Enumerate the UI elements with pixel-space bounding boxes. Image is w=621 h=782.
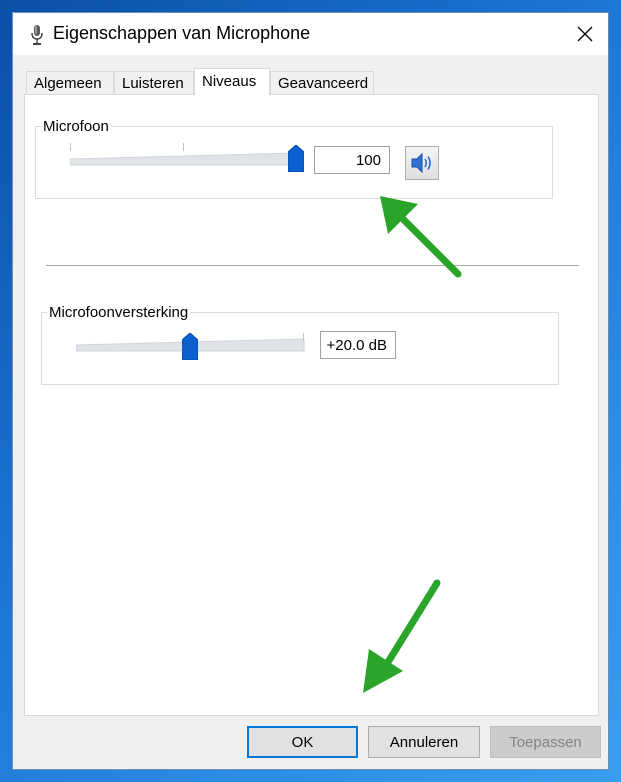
window-title: Eigenschappen van Microphone xyxy=(53,23,311,43)
tab-label: Algemeen xyxy=(34,75,102,92)
boost-slider-thumb[interactable] xyxy=(182,333,198,360)
close-button[interactable] xyxy=(562,13,608,55)
levels-panel: Microfoon 100 Microfoonversterking +20.0… xyxy=(24,94,599,716)
tab-label: Niveaus xyxy=(202,73,257,90)
tab-luisteren[interactable]: Luisteren xyxy=(114,71,194,95)
ok-button[interactable]: OK xyxy=(247,726,358,758)
microphone-slider-thumb[interactable] xyxy=(288,145,304,172)
microphone-icon xyxy=(31,25,43,45)
properties-dialog: Eigenschappen van Microphone Algemeen Lu… xyxy=(12,12,609,770)
slider-tick xyxy=(303,333,304,341)
speaker-icon xyxy=(411,152,431,174)
microphone-label: Microfoon xyxy=(41,118,111,135)
tab-niveaus[interactable]: Niveaus xyxy=(194,68,270,96)
tab-label: Luisteren xyxy=(122,75,184,92)
annotation-arrow-icon xyxy=(363,579,441,693)
microphone-slider-track xyxy=(70,152,297,166)
boost-group: Microfoonversterking +20.0 dB xyxy=(41,304,559,385)
boost-label: Microfoonversterking xyxy=(47,304,191,321)
annotation-arrow-icon xyxy=(380,196,462,278)
microphone-level-value[interactable]: 100 xyxy=(314,146,390,174)
boost-level-value[interactable]: +20.0 dB xyxy=(320,331,396,359)
tab-geavanceerd[interactable]: Geavanceerd xyxy=(270,71,374,95)
apply-button[interactable]: Toepassen xyxy=(490,726,601,758)
separator-line xyxy=(46,265,579,266)
mute-button[interactable] xyxy=(405,146,439,180)
microphone-group: Microfoon 100 xyxy=(35,118,553,199)
close-icon xyxy=(577,26,593,42)
title-bar: Eigenschappen van Microphone xyxy=(13,13,608,55)
cancel-button[interactable]: Annuleren xyxy=(368,726,480,758)
tab-label: Geavanceerd xyxy=(278,75,369,92)
tab-algemeen[interactable]: Algemeen xyxy=(26,71,114,95)
